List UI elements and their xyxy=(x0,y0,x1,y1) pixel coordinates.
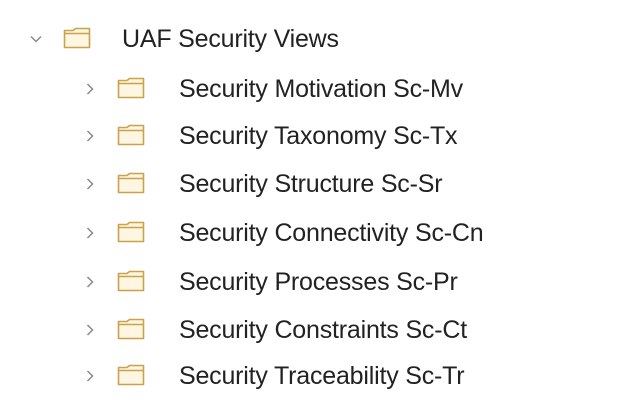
tree-node-label: Security Structure Sc-Sr xyxy=(179,170,443,198)
tree-node-security-taxonomy[interactable]: Security Taxonomy Sc-Tx xyxy=(0,116,560,156)
tree-node-label: Security Processes Sc-Pr xyxy=(179,268,458,296)
tree-node-uaf-security-views[interactable]: UAF Security Views xyxy=(0,19,360,59)
folder-icon xyxy=(117,77,145,99)
tree-node-security-connectivity[interactable]: Security Connectivity Sc-Cn xyxy=(0,213,600,253)
folder-icon xyxy=(117,318,145,340)
chevron-right-icon[interactable] xyxy=(83,369,97,383)
tree-node-security-motivation[interactable]: Security Motivation Sc-Mv xyxy=(0,69,560,109)
tree-node-label: Security Connectivity Sc-Cn xyxy=(179,219,484,247)
chevron-right-icon[interactable] xyxy=(83,82,97,96)
tree-node-label: UAF Security Views xyxy=(122,25,339,53)
chevron-right-icon[interactable] xyxy=(83,226,97,240)
tree-node-label: Security Motivation Sc-Mv xyxy=(179,75,463,103)
tree-node-label: Security Constraints Sc-Ct xyxy=(179,316,467,344)
tree-node-label: Security Taxonomy Sc-Tx xyxy=(179,122,458,150)
chevron-right-icon[interactable] xyxy=(83,275,97,289)
folder-icon xyxy=(117,124,145,146)
tree-node-label: Security Traceability Sc-Tr xyxy=(179,362,465,390)
chevron-right-icon[interactable] xyxy=(83,129,97,143)
tree-node-security-processes[interactable]: Security Processes Sc-Pr xyxy=(0,262,560,302)
folder-icon xyxy=(117,364,145,386)
folder-icon xyxy=(63,27,91,49)
chevron-right-icon[interactable] xyxy=(83,177,97,191)
folder-icon xyxy=(117,172,145,194)
chevron-right-icon[interactable] xyxy=(83,323,97,337)
folder-icon xyxy=(117,270,145,292)
tree-node-security-traceability[interactable]: Security Traceability Sc-Tr xyxy=(0,356,560,396)
tree-node-security-structure[interactable]: Security Structure Sc-Sr xyxy=(0,164,560,204)
chevron-down-icon[interactable] xyxy=(29,32,43,46)
project-browser-tree: UAF Security Views Security Motivation S… xyxy=(0,0,621,407)
folder-icon xyxy=(117,221,145,243)
tree-node-security-constraints[interactable]: Security Constraints Sc-Ct xyxy=(0,310,560,350)
